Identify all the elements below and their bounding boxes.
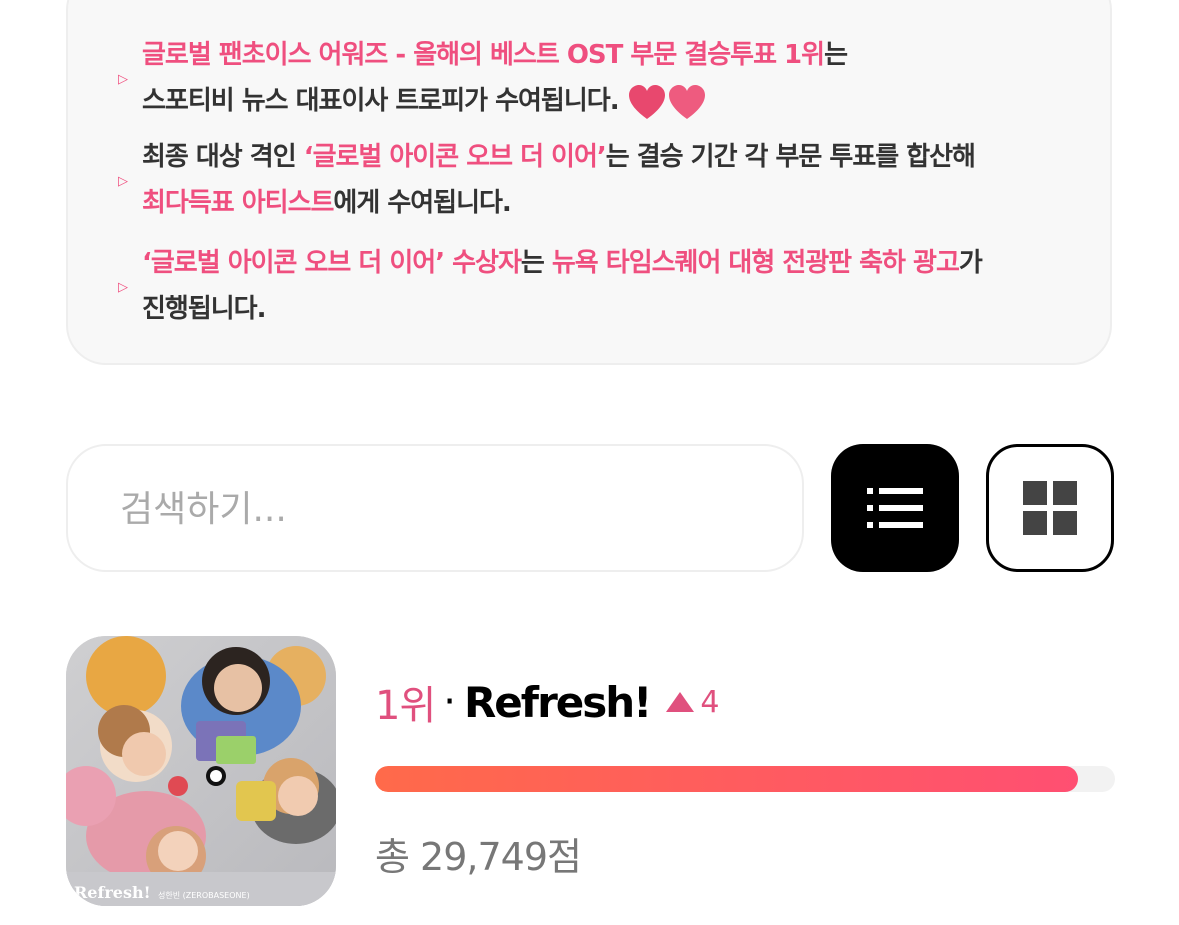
song-title[interactable]: Refresh! [464, 678, 652, 727]
info-item-grand-prize: ▷ 최종 대상 격인 ‘글로벌 아이콘 오브 더 이어’는 결승 기간 각 부문… [118, 132, 1068, 232]
rank-number: 1위 [375, 683, 436, 729]
vote-progress-fill [375, 766, 1078, 792]
highlight-text: 뉴욕 타임스퀘어 대형 전광판 축하 광고 [551, 248, 960, 278]
rank-line: 1위 · Refresh! 4 [375, 672, 719, 732]
info-text: 진행됩니다. [142, 294, 266, 324]
info-item-ost: ▷ 글로벌 팬초이스 어워즈 - 올해의 베스트 OST 부문 결승투표 1위는… [118, 30, 1068, 130]
highlight-text: 최다득표 아티스트 [142, 188, 334, 218]
rank-separator: · [443, 679, 456, 725]
bullet-icon: ▷ [118, 280, 128, 295]
info-text: 는 [520, 248, 552, 278]
info-card: ▷ 글로벌 팬초이스 어워즈 - 올해의 베스트 OST 부문 결승투표 1위는… [66, 0, 1112, 365]
info-line: 글로벌 팬초이스 어워즈 - 올해의 베스트 OST 부문 결승투표 1위는 [142, 32, 848, 78]
grid-icon [1023, 481, 1077, 535]
info-line: 진행됩니다. [142, 286, 266, 332]
info-line: 스포티비 뉴스 대표이사 트로피가 수여됩니다. [142, 78, 709, 124]
rank-up-icon [666, 692, 695, 712]
search-input[interactable] [118, 476, 758, 542]
info-text: 최종 대상 격인 [142, 142, 304, 172]
bullet-icon: ▷ [118, 72, 128, 87]
highlight-text: ‘글로벌 아이콘 오브 더 이어’ [303, 142, 607, 172]
highlight-text: ‘글로벌 아이콘 오브 더 이어’ 수상자 [142, 248, 522, 278]
info-line: 최다득표 아티스트에게 수여됩니다. [142, 180, 512, 226]
info-text: 스포티비 뉴스 대표이사 트로피가 수여됩니다. [142, 86, 620, 116]
bullet-icon: ▷ [118, 174, 128, 189]
highlight-text: 글로벌 팬초이스 어워즈 - 올해의 베스트 OST 부문 결승투표 1위 [142, 40, 825, 70]
album-cover-image: Refresh! 성한빈 (ZEROBASEONE) [66, 636, 336, 906]
album-art[interactable]: Refresh! 성한빈 (ZEROBASEONE) [66, 636, 336, 906]
info-text: 는 결승 기간 각 부문 투표를 합산해 [605, 142, 976, 172]
rank-change: 4 [700, 684, 720, 720]
grid-view-button[interactable] [986, 444, 1114, 572]
list-view-button[interactable] [831, 444, 959, 572]
search-box [66, 444, 804, 572]
info-text: 가 [958, 248, 983, 278]
total-score: 총 29,749점 [375, 835, 582, 879]
info-line: 최종 대상 격인 ‘글로벌 아이콘 오브 더 이어’는 결승 기간 각 부문 투… [142, 134, 976, 180]
hearts-icon [628, 84, 705, 119]
info-line: ‘글로벌 아이콘 오브 더 이어’ 수상자는 뉴욕 타임스퀘어 대형 전광판 축… [142, 240, 983, 286]
svg-text:성한빈 (ZEROBASEONE): 성한빈 (ZEROBASEONE) [158, 891, 250, 900]
info-text: 는 [824, 40, 848, 70]
vote-progress-bar [375, 766, 1115, 792]
info-text: 에게 수여됩니다. [333, 188, 511, 218]
list-icon [867, 488, 923, 528]
svg-text:Refresh!: Refresh! [74, 883, 151, 902]
info-item-times-square: ▷ ‘글로벌 아이콘 오브 더 이어’ 수상자는 뉴욕 타임스퀘어 대형 전광판… [118, 238, 1068, 338]
